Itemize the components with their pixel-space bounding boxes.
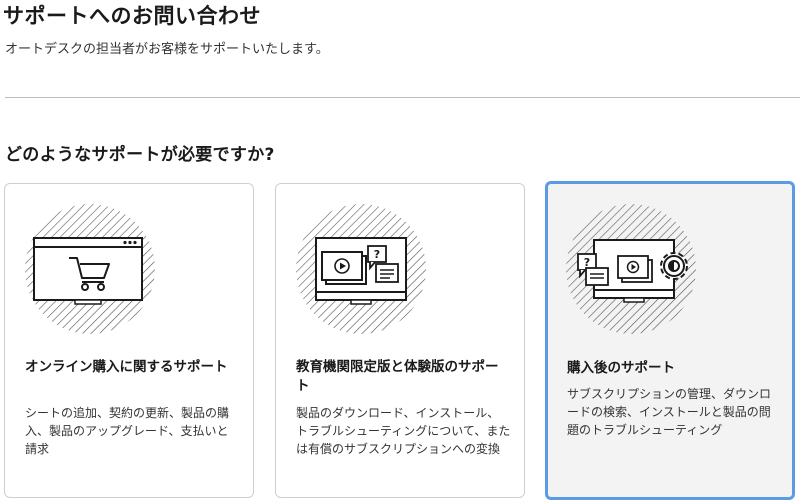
svg-text:?: ? [584,256,590,269]
card-online-purchase[interactable]: オンライン購入に関するサポート シートの追加、契約の更新、製品の購入、製品のアッ… [4,183,254,498]
card-description: サブスクリプションの管理、ダウンロードの検索、インストールと製品の問題のトラブル… [567,387,772,437]
card-description: 製品のダウンロード、インストール、トラブルシューティングについて、または有償のサ… [296,406,511,456]
svg-text:?: ? [374,248,380,261]
card-title: オンライン購入に関するサポート [25,359,228,375]
card-post-purchase[interactable]: ? 購入後のサポート サブスクリプションの管理、ダウンロードの検索、インストール… [545,181,795,500]
section-heading: どのようなサポートが必要ですか? [5,145,275,165]
card-education-trial[interactable]: ? 教育機関限定版と体験版のサポート 製品のダウンロード、インストール、トラブル… [275,183,525,498]
card-description: シートの追加、契約の更新、製品の購入、製品のアップグレード、支払いと請求 [25,406,230,456]
card-title: 教育機関限定版と体験版のサポート [296,359,499,394]
video-chat-monitor-icon: ? [296,204,426,334]
settings-monitor-icon: ? [566,204,696,334]
divider [5,97,800,98]
card-title: 購入後のサポート [567,360,675,376]
shopping-cart-icon [25,204,155,334]
page-subtitle: オートデスクの担当者がお客様をサポートいたします。 [5,42,329,57]
page-title: サポートへのお問い合わせ [3,4,261,28]
